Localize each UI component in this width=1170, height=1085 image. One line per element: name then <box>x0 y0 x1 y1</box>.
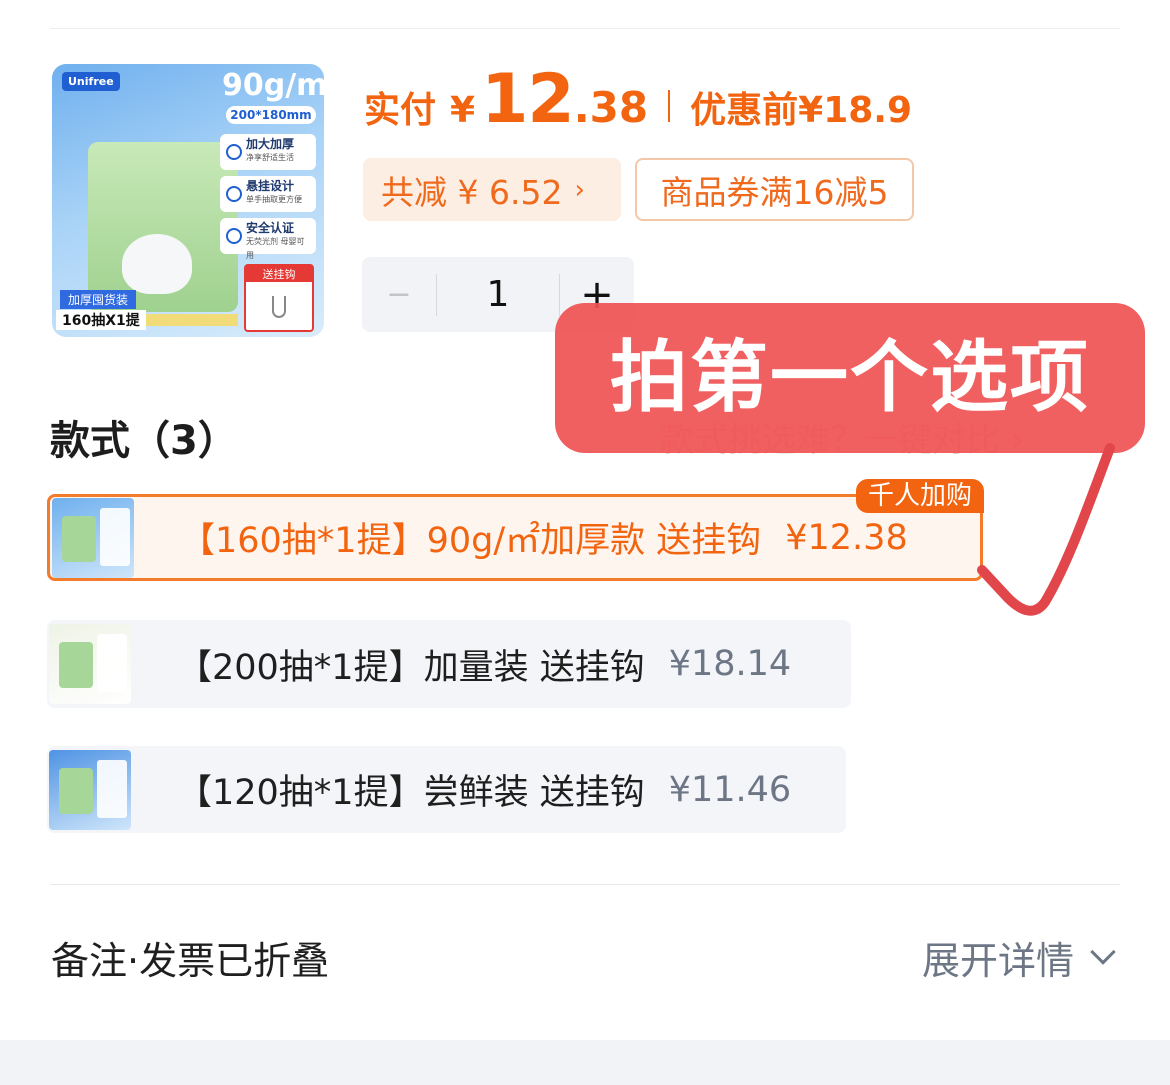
pay-label: 实付 <box>364 90 437 131</box>
option-feature-panel <box>100 507 130 566</box>
option-thumbnail <box>49 624 131 704</box>
gift-hook-box: 送挂钩 <box>244 264 314 332</box>
cat-illustration <box>122 234 192 294</box>
pack-tag: 加厚囤货装 <box>60 290 137 309</box>
option-price: ¥18.14 <box>668 644 792 684</box>
style-option-2[interactable]: 【200抽*1提】加量装 送挂钩 ¥18.14 <box>47 620 851 708</box>
option-label: 【160抽*1提】90g/㎡加厚款 送挂钩 <box>180 521 762 561</box>
option-feature-panel <box>97 634 127 692</box>
weight-text: 90g/m² <box>222 68 324 103</box>
style-option-1[interactable]: 【160抽*1提】90g/㎡加厚款 送挂钩 ¥12.38 千人加购 <box>47 479 984 581</box>
option-feature-panel <box>97 759 127 818</box>
section-divider <box>50 884 1120 885</box>
feature-icon <box>226 186 242 202</box>
original-price-label: 优惠前 <box>690 90 799 131</box>
option-pack-image <box>62 515 96 562</box>
option-price: ¥12.38 <box>785 517 908 558</box>
original-price: ¥18.9 <box>798 90 913 131</box>
price-separator <box>668 90 671 122</box>
style-option-3[interactable]: 【120抽*1提】尝鲜装 送挂钩 ¥11.46 <box>47 746 846 833</box>
total-discount-chip[interactable]: 共减 ¥ 6.52 › <box>363 158 621 221</box>
shield-icon <box>226 228 242 244</box>
chevron-right-icon: › <box>574 174 585 205</box>
chevron-down-icon <box>1090 938 1116 965</box>
option-thumbnail <box>52 497 134 578</box>
expand-details-button[interactable]: 展开详情 <box>921 930 1116 985</box>
option-thumbnail <box>49 749 131 830</box>
notes-invoice-label: 备注·发票已折叠 <box>51 939 330 983</box>
feature-safety: 安全认证 无荧光剂 母婴可用 <box>220 218 316 260</box>
hook-icon <box>272 296 286 318</box>
top-divider <box>50 28 1120 29</box>
feature-thick: 加大加厚 净享舒适生活 <box>220 134 316 170</box>
coupon-label: 商品券满16减5 <box>660 172 889 212</box>
bottom-bar <box>0 1040 1170 1085</box>
pack-count: 160抽X1提 <box>56 310 146 330</box>
feature-icon <box>226 144 242 160</box>
annotation-arrow-icon <box>977 443 1115 616</box>
option-pack-image <box>59 767 93 814</box>
discount-label: 共减 ¥ 6.52 <box>381 172 563 212</box>
option-label: 【120抽*1提】尝鲜装 送挂钩 <box>177 773 645 813</box>
option-price: ¥11.46 <box>668 769 792 810</box>
brand-logo: Unifree <box>62 72 120 91</box>
expand-label: 展开详情 <box>921 939 1074 983</box>
product-image[interactable]: Unifree 90g/m² 200*180mm 加大加厚 净享舒适生活 悬挂设… <box>52 64 324 337</box>
option-pack-image <box>59 642 93 688</box>
price-integer: 12 <box>481 60 575 139</box>
option-label: 【200抽*1提】加量装 送挂钩 <box>177 647 645 688</box>
coupon-chip[interactable]: 商品券满16减5 <box>635 158 914 221</box>
quantity-value[interactable]: 1 <box>437 274 559 315</box>
price-decimal: .38 <box>573 83 649 132</box>
minus-button[interactable]: − <box>362 277 436 312</box>
styles-section-title: 款式（3） <box>50 418 238 464</box>
currency-symbol: ¥ <box>450 90 476 131</box>
size-text: 200*180mm <box>226 106 316 124</box>
feature-hanging: 悬挂设计 单手抽取更方便 <box>220 176 316 212</box>
gift-label: 送挂钩 <box>246 266 312 282</box>
price-row: 实付 ¥ 12 .38 优惠前 ¥18.9 <box>364 60 912 140</box>
